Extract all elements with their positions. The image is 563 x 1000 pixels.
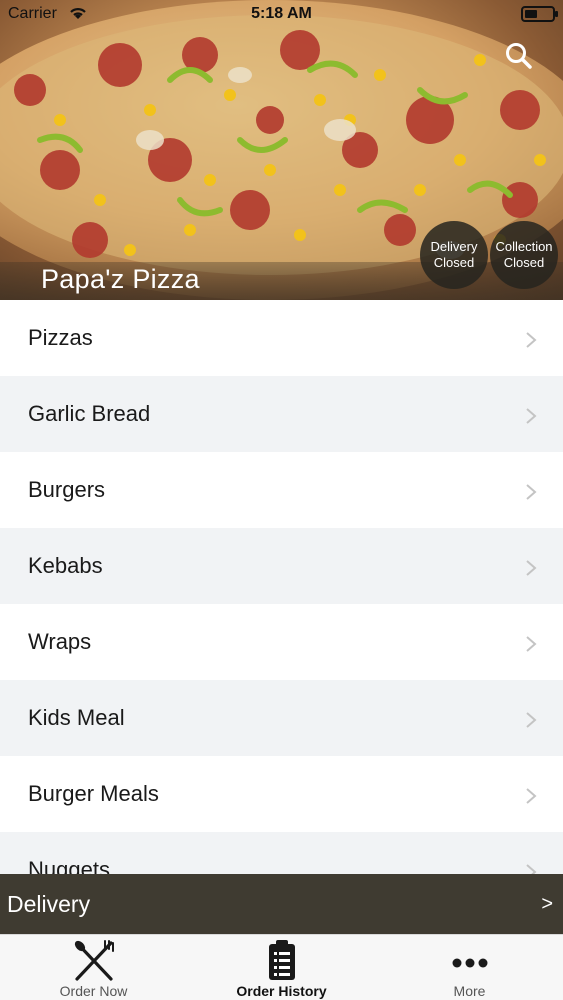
fork-knife-icon: [74, 940, 114, 981]
search-icon[interactable]: [503, 40, 535, 72]
category-label: Nuggets: [28, 857, 110, 874]
category-row-pizzas[interactable]: Pizzas: [0, 300, 563, 376]
category-label: Garlic Bread: [28, 401, 151, 426]
tab-order-history[interactable]: Order History: [188, 935, 375, 1000]
chevron-right-icon: [526, 712, 537, 728]
delivery-status-label: Delivery: [430, 239, 478, 254]
category-row-wraps[interactable]: Wraps: [0, 604, 563, 680]
status-bar: Carrier 5:18 AM: [0, 0, 563, 30]
tab-label: Order Now: [59, 983, 128, 999]
collection-status-label: Collection: [495, 239, 553, 254]
order-type-label: Delivery: [7, 891, 91, 917]
chevron-right-icon: [526, 788, 537, 804]
chevron-right-icon: [526, 332, 537, 348]
hero-banner: Carrier 5:18 AM Papa'z Pizza Delivery Cl…: [0, 0, 563, 300]
collection-status-value: Closed: [503, 255, 545, 270]
more-dots-icon: [452, 958, 487, 968]
category-label: Wraps: [28, 629, 92, 654]
order-type-bar[interactable]: Delivery >: [0, 874, 563, 934]
category-list: Pizzas Garlic Bread Burgers Kebabs Wraps…: [0, 300, 563, 874]
category-row-burgers[interactable]: Burgers: [0, 452, 563, 528]
delivery-status-badge: Delivery Closed: [420, 221, 488, 289]
category-label: Kids Meal: [28, 705, 125, 730]
tab-label: Order History: [236, 983, 327, 999]
tab-more[interactable]: More: [376, 935, 563, 1000]
tab-label: More: [453, 983, 486, 999]
chevron-right-icon: [526, 560, 537, 576]
order-type-arrow-icon: >: [541, 893, 553, 915]
category-label: Pizzas: [28, 325, 93, 350]
category-row-kebabs[interactable]: Kebabs: [0, 528, 563, 604]
tab-order-now[interactable]: Order Now: [0, 935, 187, 1000]
category-row-garlic-bread[interactable]: Garlic Bread: [0, 376, 563, 452]
store-name: Papa'z Pizza: [41, 264, 200, 294]
category-label: Burger Meals: [28, 781, 159, 806]
battery-icon: [521, 6, 558, 22]
delivery-status-value: Closed: [433, 255, 475, 270]
chevron-right-icon: [526, 636, 537, 652]
collection-status-badge: Collection Closed: [490, 221, 558, 289]
clipboard-list-icon: [268, 940, 295, 980]
category-row-nuggets[interactable]: Nuggets: [0, 832, 563, 874]
clock: 5:18 AM: [251, 5, 312, 22]
chevron-right-icon: [526, 864, 537, 874]
category-label: Kebabs: [28, 553, 103, 578]
category-row-burger-meals[interactable]: Burger Meals: [0, 756, 563, 832]
tab-bar: Order Now Order History More: [0, 934, 563, 1000]
chevron-right-icon: [526, 484, 537, 500]
category-row-kids-meal[interactable]: Kids Meal: [0, 680, 563, 756]
chevron-right-icon: [526, 408, 537, 424]
category-label: Burgers: [28, 477, 106, 502]
